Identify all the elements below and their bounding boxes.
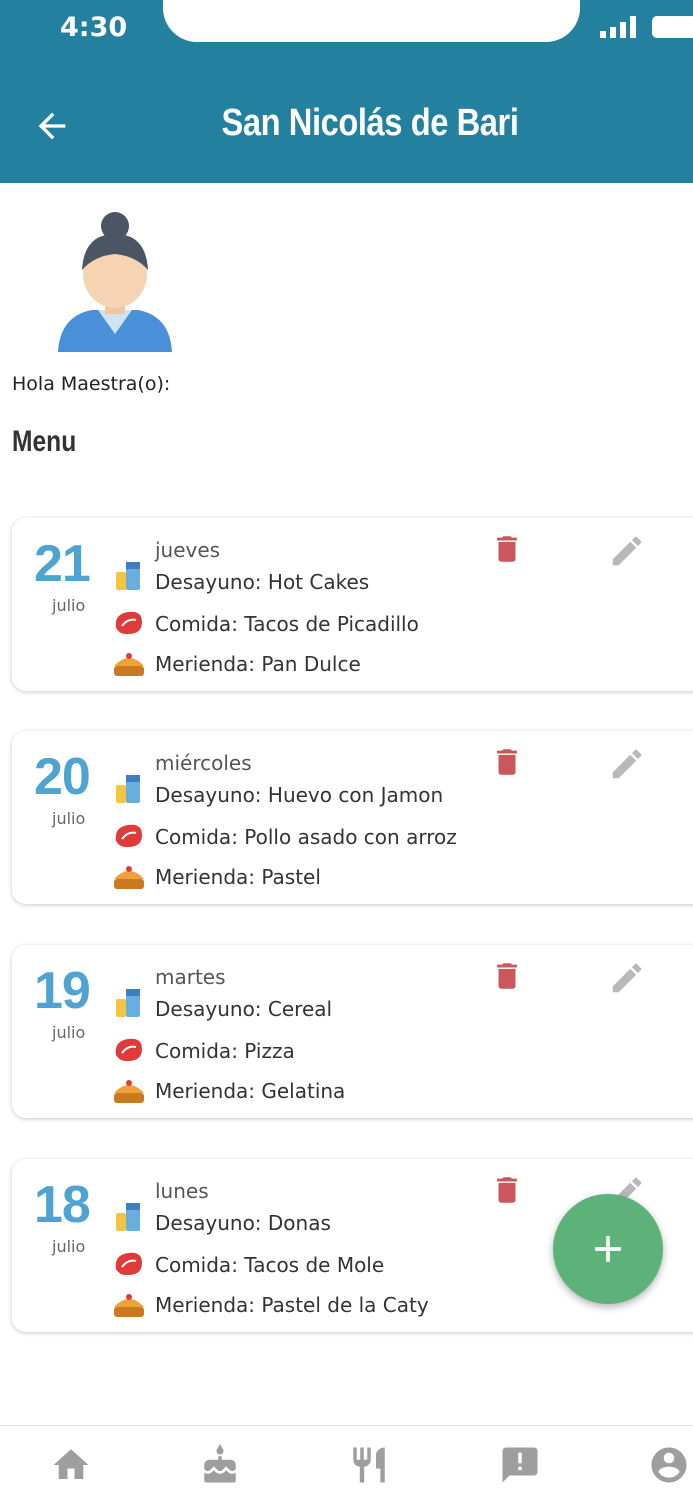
nav-home[interactable]	[45, 1444, 97, 1490]
breakfast-text: Desayuno: Cereal	[155, 997, 333, 1021]
weekday: jueves	[155, 538, 221, 562]
bottom-nav	[0, 1425, 693, 1500]
menu-card[interactable]: 19 julio martes Desayuno: Cereal Comida:…	[12, 945, 693, 1118]
home-icon	[53, 1449, 89, 1479]
lunch-text: Comida: Pollo asado con arroz	[155, 825, 457, 849]
trash-icon[interactable]	[490, 745, 524, 779]
weekday: miércoles	[155, 751, 252, 775]
snack-text: Merienda: Pastel	[155, 865, 321, 889]
date-month: julio	[52, 1023, 86, 1042]
plus-icon	[595, 1236, 621, 1262]
nav-birthdays[interactable]	[194, 1444, 246, 1490]
date-day: 19	[34, 962, 91, 1020]
date-day: 21	[34, 535, 91, 593]
milk-icon	[116, 775, 140, 803]
milk-icon	[116, 562, 140, 590]
breakfast-text: Desayuno: Hot Cakes	[155, 570, 370, 594]
pie-icon	[114, 1080, 144, 1103]
app-header: 4:30 San Nicolás de Bari	[0, 0, 693, 183]
signal-icon	[600, 16, 636, 38]
snack-text: Merienda: Pastel de la Caty	[155, 1293, 429, 1317]
weekday: lunes	[155, 1179, 209, 1203]
pie-icon	[114, 866, 144, 889]
cake-icon	[204, 1444, 236, 1483]
status-time: 4:30	[60, 12, 128, 43]
page-title: San Nicolás de Bari	[221, 102, 519, 144]
snack-text: Merienda: Gelatina	[155, 1079, 346, 1103]
pencil-icon[interactable]	[608, 959, 646, 997]
breakfast-text: Desayuno: Huevo con Jamon	[155, 783, 444, 807]
section-title: Menu	[12, 425, 77, 458]
steak-icon	[115, 1038, 142, 1062]
breakfast-text: Desayuno: Donas	[155, 1211, 331, 1235]
date-month: julio	[52, 596, 86, 615]
snack-text: Merienda: Pan Dulce	[155, 652, 361, 676]
nav-account[interactable]	[643, 1444, 693, 1490]
date-day: 20	[34, 748, 91, 806]
date-day: 18	[34, 1176, 91, 1234]
menu-card[interactable]: 21 julio jueves Desayuno: Hot Cakes Comi…	[12, 518, 693, 691]
lunch-text: Comida: Tacos de Mole	[155, 1253, 385, 1277]
steak-icon	[115, 824, 142, 848]
nav-alerts[interactable]	[494, 1444, 546, 1490]
teacher-avatar-icon	[58, 212, 172, 352]
date-month: julio	[52, 1237, 86, 1256]
pie-icon	[114, 1294, 144, 1317]
add-menu-button[interactable]	[553, 1194, 663, 1304]
milk-icon	[116, 1203, 140, 1231]
utensils-icon	[353, 1447, 385, 1483]
lunch-text: Comida: Pizza	[155, 1039, 295, 1063]
menu-card[interactable]: 20 julio miércoles Desayuno: Huevo con J…	[12, 731, 693, 904]
date-month: julio	[52, 809, 86, 828]
pencil-icon[interactable]	[608, 532, 646, 570]
account-icon	[651, 1447, 687, 1483]
trash-icon[interactable]	[490, 532, 524, 566]
battery-icon	[652, 16, 693, 38]
steak-icon	[115, 1252, 142, 1276]
device-notch	[163, 0, 580, 42]
nav-menu[interactable]	[343, 1444, 395, 1490]
weekday: martes	[155, 965, 226, 989]
alert-icon	[502, 1447, 538, 1483]
trash-icon[interactable]	[490, 959, 524, 993]
lunch-text: Comida: Tacos de Picadillo	[155, 612, 419, 636]
milk-icon	[116, 989, 140, 1017]
greeting-text: Hola Maestra(o):	[12, 373, 171, 395]
pie-icon	[114, 653, 144, 676]
pencil-icon[interactable]	[608, 745, 646, 783]
steak-icon	[115, 611, 142, 635]
trash-icon[interactable]	[490, 1173, 524, 1207]
